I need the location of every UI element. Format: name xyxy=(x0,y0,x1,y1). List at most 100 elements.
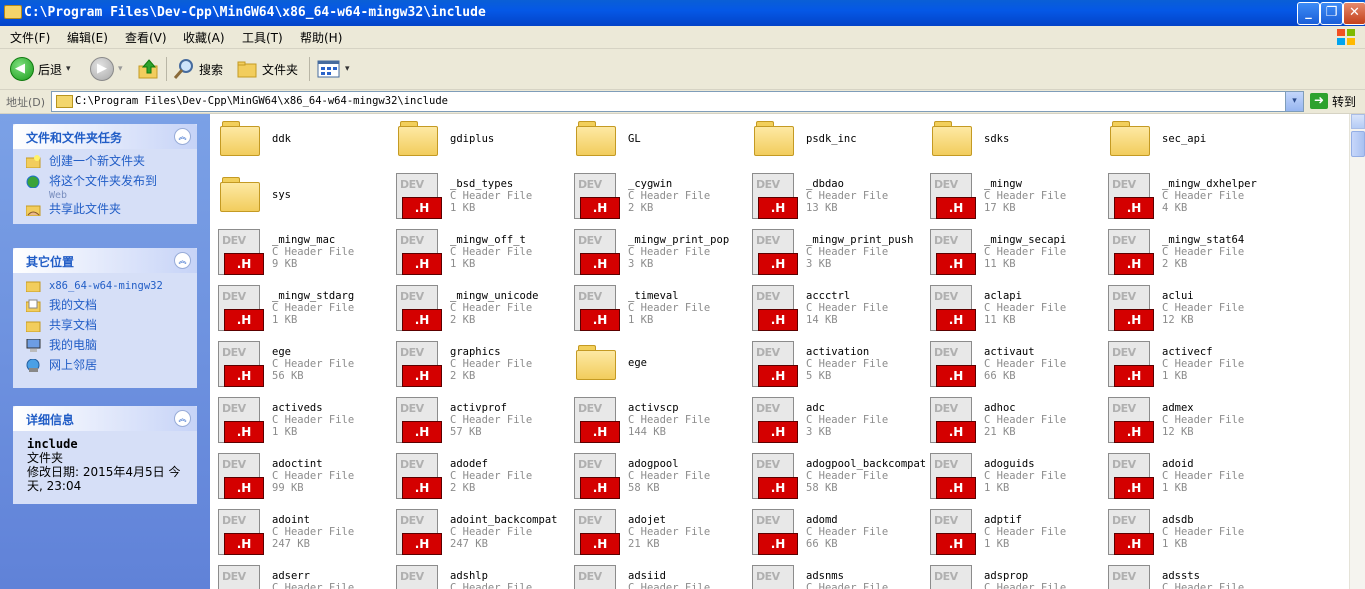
file-item[interactable]: DEV .H _mingw C Header File 17 KB xyxy=(926,170,1096,224)
back-button[interactable]: ◀ 后退 ▾ xyxy=(10,55,71,83)
file-item[interactable]: DEV .H _dbdao C Header File 13 KB xyxy=(748,170,918,224)
title-bar[interactable]: C:\Program Files\Dev-Cpp\MinGW64\x86_64-… xyxy=(0,0,1365,26)
scroll-thumb[interactable] xyxy=(1351,131,1365,157)
file-item[interactable]: DEV .H activecf C Header File 1 KB xyxy=(1104,338,1274,392)
menu-edit[interactable]: 编辑(E) xyxy=(67,29,108,46)
search-button[interactable]: 搜索 xyxy=(173,55,223,83)
file-size: 13 KB xyxy=(806,202,838,214)
file-item[interactable]: DEV .H adhoc C Header File 21 KB xyxy=(926,394,1096,448)
menu-view[interactable]: 查看(V) xyxy=(125,29,167,46)
file-tasks-header[interactable]: 文件和文件夹任务 ︽ xyxy=(13,124,197,149)
file-item[interactable]: DEV .H activscp C Header File 144 KB xyxy=(570,394,740,448)
file-size: 66 KB xyxy=(806,538,838,550)
folders-button[interactable]: 文件夹 xyxy=(236,55,298,83)
task-share-folder[interactable]: 共享此文件夹 xyxy=(26,203,197,223)
file-item[interactable]: DEV .H adsdb C Header File 1 KB xyxy=(1104,506,1274,560)
place-my-computer[interactable]: 我的电脑 xyxy=(26,339,197,359)
forward-dropdown-icon[interactable]: ▾ xyxy=(118,64,123,74)
file-item[interactable]: DEV .H adoint_backcompat C Header File 247 K… xyxy=(392,506,562,560)
file-item[interactable]: DEV .H _timeval C Header File 1 KB xyxy=(570,282,740,336)
file-item[interactable]: DEV .H admex C Header File 12 KB xyxy=(1104,394,1274,448)
file-item[interactable]: DEV .H adoguids C Header File 1 KB xyxy=(926,450,1096,504)
file-item[interactable]: DEV .H activeds C Header File 1 KB xyxy=(214,394,384,448)
file-item[interactable]: DEV .H graphics C Header File 2 KB xyxy=(392,338,562,392)
up-folder-button[interactable] xyxy=(138,55,160,83)
c-header-file-icon: DEV.H xyxy=(752,173,798,219)
address-input[interactable]: C:\Program Files\Dev-Cpp\MinGW64\x86_64-… xyxy=(51,91,1304,112)
folder-item[interactable]: sys xyxy=(214,170,384,224)
file-item[interactable]: DEV .H adoid C Header File 1 KB xyxy=(1104,450,1274,504)
back-dropdown-icon[interactable]: ▾ xyxy=(66,64,71,74)
file-item[interactable]: DEV .H activprof C Header File 57 KB xyxy=(392,394,562,448)
forward-button[interactable]: ▶ ▾ xyxy=(90,55,123,83)
file-item[interactable]: DEV .H _mingw_print_pop C Header File 3 KB xyxy=(570,226,740,280)
file-item[interactable]: DEV.H adspropC Header File xyxy=(926,562,1096,589)
other-places-header[interactable]: 其它位置 ︽ xyxy=(13,248,197,273)
menu-help[interactable]: 帮助(H) xyxy=(300,29,342,46)
file-item[interactable]: DEV .H _mingw_unicode C Header File 2 KB xyxy=(392,282,562,336)
close-button[interactable]: ✕ xyxy=(1343,2,1365,25)
file-item[interactable]: DEV .H _mingw_dxhelper C Header File 4 KB xyxy=(1104,170,1274,224)
views-button[interactable]: ▾ xyxy=(317,55,350,83)
place-parent-folder[interactable]: x86_64-w64-mingw32 xyxy=(26,279,197,299)
file-item[interactable]: DEV .H aclui C Header File 12 KB xyxy=(1104,282,1274,336)
details-header[interactable]: 详细信息 ︽ xyxy=(13,406,197,431)
collapse-chevron-icon[interactable]: ︽ xyxy=(174,252,191,269)
file-item[interactable]: DEV .H adodef C Header File 2 KB xyxy=(392,450,562,504)
task-new-folder[interactable]: 创建一个新文件夹 xyxy=(26,155,197,175)
file-item[interactable]: DEV .H _bsd_types C Header File 1 KB xyxy=(392,170,562,224)
go-button[interactable]: ➜ 转到 xyxy=(1310,91,1356,111)
menu-favorites[interactable]: 收藏(A) xyxy=(183,29,225,46)
menu-tools[interactable]: 工具(T) xyxy=(242,29,283,46)
vertical-scrollbar[interactable] xyxy=(1349,114,1365,589)
collapse-chevron-icon[interactable]: ︽ xyxy=(174,410,191,427)
collapse-chevron-icon[interactable]: ︽ xyxy=(174,128,191,145)
scroll-up-button[interactable] xyxy=(1351,114,1365,129)
file-item[interactable]: DEV .H adogpool_backcompat C Header File 58 … xyxy=(748,450,926,504)
folder-item[interactable]: gdiplus xyxy=(392,114,562,168)
file-item[interactable]: DEV .H _mingw_stat64 C Header File 2 KB xyxy=(1104,226,1274,280)
folder-item[interactable]: ege xyxy=(570,338,740,392)
file-item[interactable]: DEV.H adsiidC Header File xyxy=(570,562,740,589)
folder-item[interactable]: GL xyxy=(570,114,740,168)
file-item[interactable]: DEV .H ege C Header File 56 KB xyxy=(214,338,384,392)
folder-item[interactable]: ddk xyxy=(214,114,384,168)
minimize-button[interactable]: _ xyxy=(1297,2,1320,25)
file-item[interactable]: DEV .H adogpool C Header File 58 KB xyxy=(570,450,740,504)
file-item[interactable]: DEV .H _mingw_off_t C Header File 1 KB xyxy=(392,226,562,280)
c-header-file-icon: DEV.H xyxy=(930,565,976,589)
address-dropdown-icon[interactable]: ▾ xyxy=(1285,92,1303,111)
file-item[interactable]: DEV .H _mingw_mac C Header File 9 KB xyxy=(214,226,384,280)
file-item[interactable]: DEV .H aclapi C Header File 11 KB xyxy=(926,282,1096,336)
file-type: C Header File xyxy=(272,358,355,370)
file-item[interactable]: DEV .H adptif C Header File 1 KB xyxy=(926,506,1096,560)
place-my-documents[interactable]: 我的文档 xyxy=(26,299,197,319)
file-type: C Header File xyxy=(984,358,1067,370)
folder-item[interactable]: sec_api xyxy=(1104,114,1274,168)
file-item[interactable]: DEV.H adsstsC Header File xyxy=(1104,562,1274,589)
file-item[interactable]: DEV .H _mingw_print_push C Header File 3 KB xyxy=(748,226,918,280)
maximize-button[interactable]: ❐ xyxy=(1320,2,1343,25)
file-item[interactable]: DEV .H adomd C Header File 66 KB xyxy=(748,506,918,560)
place-network[interactable]: 网上邻居 xyxy=(26,359,197,379)
place-shared-documents[interactable]: 共享文档 xyxy=(26,319,197,339)
task-publish-web[interactable]: 将这个文件夹发布到 Web xyxy=(26,175,197,203)
file-item[interactable]: DEV .H activation C Header File 5 KB xyxy=(748,338,918,392)
file-item[interactable]: DEV .H _cygwin C Header File 2 KB xyxy=(570,170,740,224)
h-badge: .H xyxy=(1114,253,1154,275)
file-item[interactable]: DEV .H adoctint C Header File 99 KB xyxy=(214,450,384,504)
folder-item[interactable]: sdks xyxy=(926,114,1096,168)
file-item[interactable]: DEV .H accctrl C Header File 14 KB xyxy=(748,282,918,336)
file-item[interactable]: DEV .H activaut C Header File 66 KB xyxy=(926,338,1096,392)
file-item[interactable]: DEV.H adsnmsC Header File xyxy=(748,562,918,589)
menu-file[interactable]: 文件(F) xyxy=(10,29,50,46)
file-item[interactable]: DEV .H adc C Header File 3 KB xyxy=(748,394,918,448)
folder-item[interactable]: psdk_inc xyxy=(748,114,918,168)
file-name: adsprop xyxy=(984,570,1029,582)
file-item[interactable]: DEV .H _mingw_secapi C Header File 11 KB xyxy=(926,226,1096,280)
file-item[interactable]: DEV .H adojet C Header File 21 KB xyxy=(570,506,740,560)
file-item[interactable]: DEV.H adshlpC Header File xyxy=(392,562,562,589)
file-item[interactable]: DEV .H _mingw_stdarg C Header File 1 KB xyxy=(214,282,384,336)
file-item[interactable]: DEV.H adserrC Header File xyxy=(214,562,384,589)
file-item[interactable]: DEV .H adoint C Header File 247 KB xyxy=(214,506,384,560)
